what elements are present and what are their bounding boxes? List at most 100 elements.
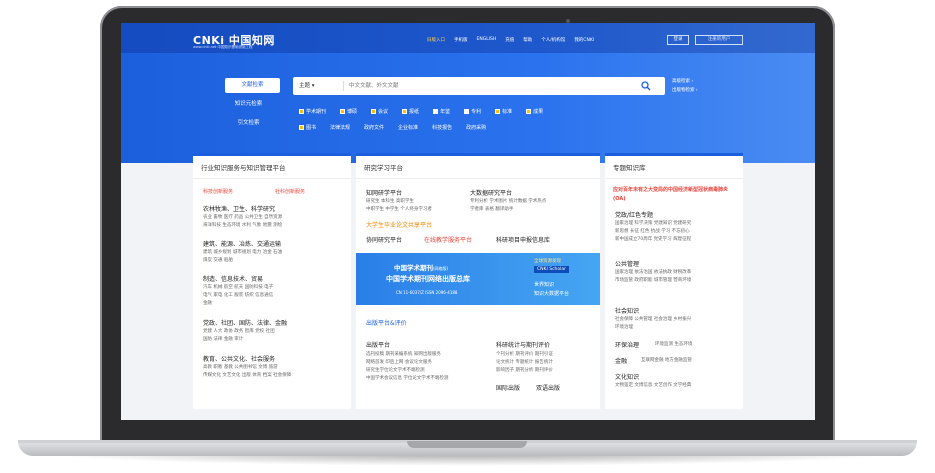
group-title[interactable]: 制造、信息技术、贸易 — [203, 274, 263, 283]
filter-books[interactable]: 图书 — [299, 124, 316, 131]
section-title[interactable]: 党政/红色专题 — [615, 210, 653, 219]
group-links[interactable]: 电气 家电 化工 服装 纺织 信息通信 — [203, 292, 273, 298]
promo-topic[interactable]: 应对百年未有之大变局的中国经济新型冠状病毒肺炎(OA) — [613, 186, 737, 204]
group-title[interactable]: 党政、社团、国防、法律、金融 — [203, 318, 287, 327]
group-links[interactable]: 传媒文化 文艺文化 出版 体育 档案 社会保障 — [203, 372, 291, 378]
bilingual-publishing-link[interactable]: 双语出版 — [536, 383, 560, 392]
ad-issn: CN 11-6037/Z ISSN 2096-4188 — [396, 290, 458, 295]
collab-research-platform[interactable]: 协同研究平台 — [366, 235, 402, 244]
nav-personal[interactable]: 个人/机构馆 — [541, 37, 565, 43]
filter-thesis[interactable]: 博硕 — [340, 108, 357, 115]
evaluation-links[interactable]: 论文统计 专题统计 报告统计 — [496, 359, 553, 365]
nav-english[interactable]: ENGLISH — [477, 37, 497, 43]
group-links[interactable]: 党建 人大 政协 政务 智库 党校 社团 — [203, 328, 275, 334]
evaluation-links[interactable]: 影响因子 期刊分析 期刊评价 — [496, 367, 553, 373]
panel-title: 专题知识库 — [605, 156, 743, 179]
search-icon[interactable] — [641, 81, 651, 91]
tab-citation-search[interactable]: 引文检索 — [221, 116, 276, 131]
group-links[interactable]: 金融 — [203, 300, 212, 306]
publishing-links[interactable]: 研究生学位论文学术不端检测 — [366, 367, 425, 373]
filter-yearbook[interactable]: 年鉴 — [433, 108, 450, 115]
publishing-links[interactable]: 中国学术会议信息 学位论文学术不端检测 — [366, 375, 448, 381]
publishing-title: 出版平台&评价 — [366, 320, 407, 327]
yanxue-links[interactable]: 中职学生 中学生 个人终身学习者 — [366, 206, 432, 212]
search-divider — [343, 81, 344, 91]
section-links[interactable]: 互联网金融 地方金融监管 — [641, 357, 692, 363]
section-links[interactable]: 新中国成立70周年 党史学习 辉煌征程 — [615, 236, 691, 242]
section-title[interactable]: 文化知识 — [615, 372, 639, 381]
filter-journal[interactable]: 学术期刊 — [299, 108, 326, 115]
nav-old-version[interactable]: 旧版入口 — [427, 37, 445, 43]
section-title[interactable]: 环保治理 — [615, 340, 639, 349]
filter-achievement[interactable]: 成果 — [526, 108, 543, 115]
evaluation-links[interactable]: 个刊分析 期刊评价 期刊引证 — [496, 351, 553, 357]
ad-badge: CNKI Scholar — [534, 266, 570, 273]
filter-patent[interactable]: 专利 — [464, 108, 481, 115]
group-links[interactable]: 国防 法律 金融 审计 — [203, 336, 243, 342]
nav-recharge[interactable]: 充值 — [505, 37, 514, 43]
advanced-search-link[interactable]: 高级检索 › — [672, 78, 693, 84]
group-links[interactable]: 煤炭 交通 船舶 — [203, 257, 233, 263]
search-input[interactable] — [349, 77, 619, 95]
ad-line2: 中国学术期刊网络出版总库 — [386, 275, 470, 283]
group-links[interactable]: 建筑 城乡规划 城市规划 电力 冶金 石油 — [203, 249, 282, 255]
bigdata-links[interactable]: 学者库 表格 翻译助手 — [470, 206, 513, 212]
section-links[interactable]: 环境监测 生态环境 — [655, 341, 692, 347]
filter-newspaper[interactable]: 报纸 — [402, 108, 419, 115]
highlight-tech-innovation[interactable]: 科技创新服务 — [203, 188, 233, 195]
tab-literature-search[interactable]: 文献检索 — [225, 78, 280, 93]
filter-standard[interactable]: 标准 — [495, 108, 512, 115]
filter-gov-docs[interactable]: 政府文件 — [364, 124, 384, 131]
section-links[interactable]: 文物鉴定 文博信息 文艺创作 文学经典 — [615, 382, 691, 388]
filter-row-2: 图书 法律法规 政府文件 企业标准 科技报告 政府采购 — [299, 124, 486, 131]
section-links[interactable]: 国家治理 科学决策 党建知识 党建研究 — [615, 220, 691, 226]
highlight-social-innovation[interactable]: 社科创新服务 — [275, 188, 305, 195]
bigdata-links[interactable]: 专利分析 学术图片 统计数据 学术热点 — [470, 198, 546, 204]
nav-my-cnki[interactable]: 我的CNKI — [574, 37, 594, 43]
filter-enterprise-std[interactable]: 企业标准 — [398, 124, 418, 131]
nav-mobile[interactable]: 手机版 — [454, 37, 468, 43]
filter-procurement[interactable]: 政府采购 — [466, 124, 486, 131]
online-teaching-platform[interactable]: 在线教学服务平台 — [424, 235, 472, 244]
yanxue-links[interactable]: 研究生 本科生 高职学生 — [366, 198, 414, 204]
section-title[interactable]: 公共管理 — [615, 259, 639, 268]
register-button[interactable]: 注册新用户 — [695, 35, 743, 45]
group-links[interactable]: 农业 畜牧 医疗 药品 公共卫生 自然资源 — [203, 214, 282, 220]
sub-title-yanxue[interactable]: 知网研学平台 — [366, 188, 402, 197]
section-links[interactable]: 社会保障 公共管理 社会治理 乡村振兴 — [615, 316, 691, 322]
group-links[interactable]: 汽车 机械 航空 航天 国防科技 电子 — [203, 284, 273, 290]
filter-row-1: 学术期刊 博硕 会议 报纸 年鉴 专利 标准 成果 — [299, 108, 543, 115]
publishing-links[interactable]: 网络首发 印后上网 会议论文服务 — [366, 359, 432, 365]
filter-laws[interactable]: 法律法规 — [330, 124, 350, 131]
section-links[interactable]: 环境治理 — [615, 324, 633, 330]
group-links[interactable]: 高教 职教 基教 公共图书馆 文博 旅游 — [203, 364, 278, 370]
publishing-sub[interactable]: 出版平台 — [366, 340, 390, 349]
evaluation-sub[interactable]: 科研统计与期刊评价 — [496, 340, 550, 349]
screen: CNKi 中国知网 www.cnki.net 中国知识基础设施工程 旧版入口 手… — [121, 23, 815, 420]
group-title[interactable]: 教育、公共文化、社会服务 — [203, 354, 275, 363]
section-links[interactable]: 市场监管 政府职能 城市管理 营商环境 — [615, 277, 691, 283]
top-nav: 旧版入口 手机版 ENGLISH 充值 帮助 个人/机构馆 我的CNKI — [427, 37, 594, 43]
group-links[interactable]: 海洋科技 生态环境 水利 气象 地震 测绘 — [203, 222, 282, 228]
filter-tech-report[interactable]: 科技报告 — [432, 124, 452, 131]
section-links[interactable]: 国家治理 依法治国 依法执政 财税改革 — [615, 269, 691, 275]
publication-search-link[interactable]: 出版物检索 › — [672, 87, 698, 93]
panel-research-platform: 研究学习平台 知网研学平台 研究生 本科生 高职学生 中职学生 中学生 个人终身… — [356, 153, 600, 409]
login-button[interactable]: 登录 — [667, 35, 689, 45]
section-links[interactable]: 新思想 长征 红色 抗战 学习 不忘初心 — [615, 228, 690, 234]
intl-publishing-link[interactable]: 国际出版 — [496, 383, 520, 392]
section-title[interactable]: 社会知识 — [615, 306, 639, 315]
group-title[interactable]: 建筑、能源、冶炼、交通运输 — [203, 239, 281, 248]
group-title[interactable]: 农林牧渔、卫生、科学研究 — [203, 204, 275, 213]
publishing-links[interactable]: 选刊投稿 期刊采编系统 知网出版服务 — [366, 351, 441, 357]
journal-banner-ad[interactable]: 中国学术期刊(网络版) 中国学术期刊网络出版总库 CN 11-6037/Z IS… — [356, 253, 600, 305]
panel-special-knowledge: 专题知识库 应对百年未有之大变局的中国经济新型冠状病毒肺炎(OA) 党政/红色专… — [605, 153, 743, 409]
graduate-thesis-platform[interactable]: 大学生毕业论文共享平台 — [366, 220, 432, 229]
section-title[interactable]: 金融 — [615, 356, 627, 365]
nav-help[interactable]: 帮助 — [523, 37, 532, 43]
search-scope-select[interactable]: 主题 ▾ — [299, 77, 315, 95]
project-info-library[interactable]: 科研项目申报信息库 — [496, 235, 550, 244]
sub-title-bigdata[interactable]: 大数据研究平台 — [470, 188, 512, 197]
tab-knowledge-search[interactable]: 知识元检索 — [221, 97, 276, 112]
filter-conference[interactable]: 会议 — [371, 108, 388, 115]
